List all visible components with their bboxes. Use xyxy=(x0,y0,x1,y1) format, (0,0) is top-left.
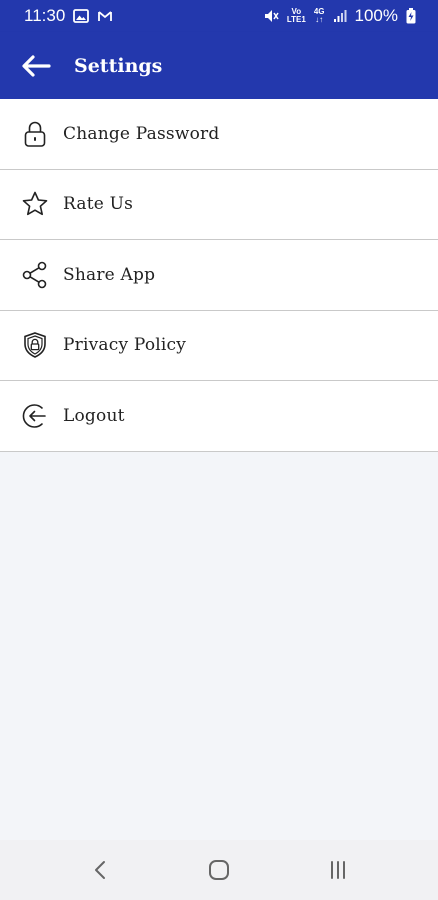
battery-charging-icon xyxy=(406,8,416,24)
settings-menu: Change Password Rate Us Share App Privac… xyxy=(0,99,438,452)
page-title: Settings xyxy=(74,54,163,77)
logout-icon xyxy=(21,402,49,430)
nav-recents-button[interactable] xyxy=(308,840,368,900)
lock-icon xyxy=(21,120,49,148)
menu-item-label: Share App xyxy=(63,264,156,285)
status-bar: 11:30 Vo LTE1 4G ↓↑ 100% xyxy=(0,0,438,32)
menu-item-label: Change Password xyxy=(63,123,220,144)
system-nav-bar xyxy=(0,840,438,900)
status-time: 11:30 xyxy=(24,6,66,25)
nav-home-button[interactable] xyxy=(189,840,249,900)
menu-item-share-app[interactable]: Share App xyxy=(0,240,438,311)
back-button[interactable] xyxy=(0,32,74,99)
shield-icon xyxy=(21,331,49,359)
mail-notification-icon xyxy=(97,10,113,22)
status-bar-left: 11:30 xyxy=(24,6,113,26)
gallery-notification-icon xyxy=(73,9,90,23)
signal-icon xyxy=(333,9,347,23)
menu-item-logout[interactable]: Logout xyxy=(0,381,438,452)
network-4g-indicator: 4G ↓↑ xyxy=(313,7,325,24)
battery-percent: 100% xyxy=(354,6,398,25)
menu-item-label: Privacy Policy xyxy=(63,335,187,356)
menu-item-change-password[interactable]: Change Password xyxy=(0,99,438,170)
arrow-left-icon xyxy=(22,54,51,77)
menu-item-rate-us[interactable]: Rate Us xyxy=(0,170,438,240)
menu-item-privacy-policy[interactable]: Privacy Policy xyxy=(0,311,438,381)
home-icon xyxy=(208,860,229,880)
star-icon xyxy=(21,190,49,218)
status-bar-right: Vo LTE1 4G ↓↑ 100% xyxy=(263,6,416,26)
app-bar: Settings xyxy=(0,32,438,99)
share-icon xyxy=(21,261,49,289)
mute-icon xyxy=(263,8,279,24)
menu-item-label: Logout xyxy=(63,405,125,426)
nav-back-button[interactable] xyxy=(70,840,130,900)
menu-item-label: Rate Us xyxy=(63,194,134,215)
volte-indicator: Vo LTE1 xyxy=(286,7,306,24)
recents-icon xyxy=(331,861,346,879)
back-chevron-icon xyxy=(94,861,105,879)
